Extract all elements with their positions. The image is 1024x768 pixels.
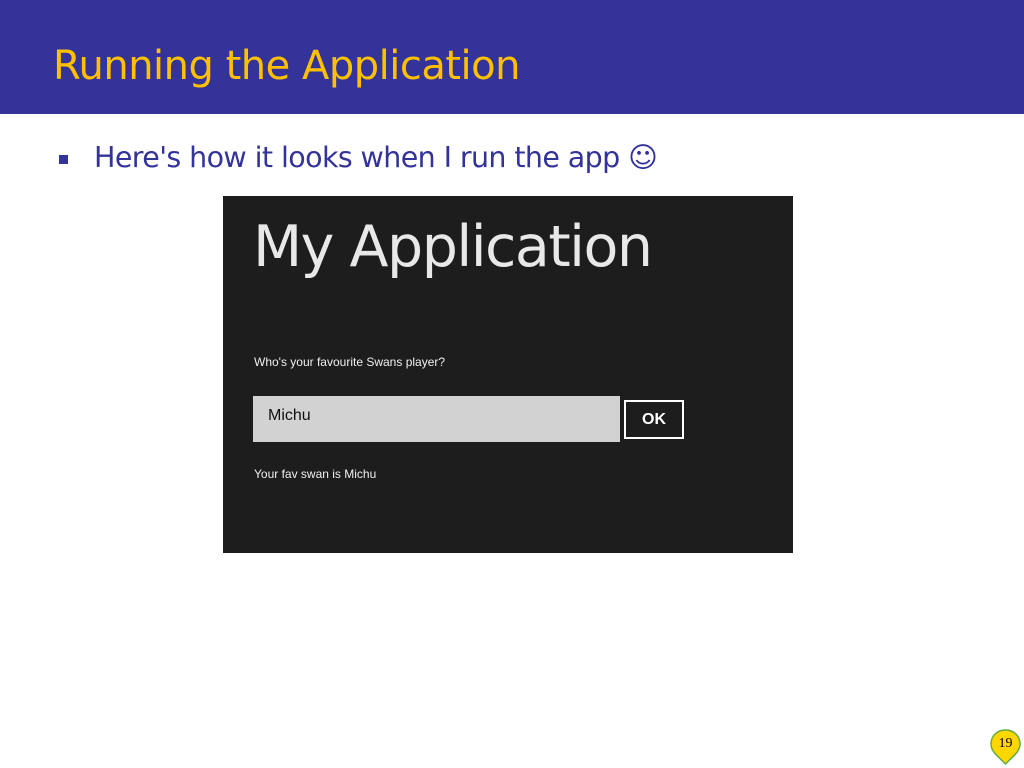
slide-header: Running the Application (0, 0, 1024, 114)
bullet-square-icon (59, 155, 68, 164)
page-number: 19 (998, 736, 1013, 751)
bullet-text: Here's how it looks when I run the app ☺ (94, 141, 658, 174)
player-name-input[interactable]: Michu (253, 396, 620, 442)
page-number-badge: 19 (989, 728, 1022, 766)
app-question-label: Who's your favourite Swans player? (254, 355, 446, 369)
slide-title: Running the Application (53, 43, 520, 89)
app-screenshot: My Application Who's your favourite Swan… (223, 196, 793, 553)
ok-button[interactable]: OK (624, 400, 684, 439)
app-title: My Application (253, 214, 653, 280)
app-result-text: Your fav swan is Michu (254, 467, 377, 481)
